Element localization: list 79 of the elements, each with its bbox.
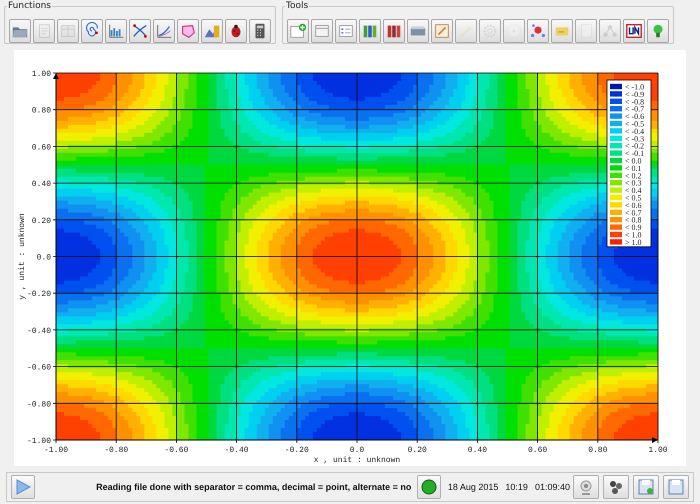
status-date: 18 Aug 2015: [448, 482, 498, 492]
legend-label: < -1.0: [625, 82, 644, 92]
toolbar-button[interactable]: [225, 19, 247, 43]
logo-icon: [625, 22, 643, 40]
x-tick-label: 1.00: [648, 446, 668, 455]
list-icon: [337, 22, 355, 40]
crossing-curves-icon: [131, 22, 149, 40]
x-tick-label: -1.00: [44, 446, 68, 455]
toolbar-button[interactable]: [603, 475, 629, 499]
legend-label: < 0.5: [625, 194, 642, 202]
y-tick-label: 1.00: [32, 70, 51, 79]
save-button[interactable]: [663, 475, 689, 499]
x-tick-label: 0.80: [588, 446, 608, 455]
x-tick-label: -0.80: [104, 446, 128, 455]
legend-label: < -0.4: [625, 126, 644, 136]
line-chart-icon: [155, 22, 173, 40]
legend-label: < 0.8: [625, 216, 642, 225]
x-tick-label: -0.40: [224, 446, 249, 455]
x-tick-label: 0.40: [468, 446, 487, 455]
network-icon: [601, 22, 619, 40]
x-tick-label: 0.60: [528, 446, 548, 455]
y-tick-label: 0.80: [32, 106, 51, 116]
x-tick-label: -0.60: [164, 446, 188, 455]
status-time: 10:19: [505, 482, 528, 492]
y-tick-label: 0.20: [32, 216, 51, 226]
legend-label: < -0.1: [625, 149, 644, 158]
molecule-icon: [529, 22, 547, 40]
status-message: Reading file done with separator = comma, decimal = point, alternate = no: [96, 482, 412, 492]
toolbar-button[interactable]: [623, 19, 645, 43]
x-tick-label: 0.0: [350, 446, 364, 455]
x-axis-title: x , unit : unknown: [314, 456, 400, 465]
status-light-icon: [420, 479, 437, 495]
legend-label: < -0.6: [625, 112, 644, 122]
y-tick-label: -0.20: [26, 290, 51, 300]
group-title: Tools: [285, 1, 310, 11]
polygon-icon: [179, 22, 197, 40]
x-tick-label: -0.20: [284, 446, 309, 455]
edit-icon: [433, 22, 451, 40]
y-axis-title: y , unit : unknown: [18, 213, 27, 300]
gear-icon: [481, 22, 499, 40]
legend-label: < 0.6: [625, 200, 642, 210]
legend-label: < -0.3: [625, 134, 644, 144]
x-tick-label: 0.20: [408, 446, 427, 455]
legend-label: < 0.4: [625, 186, 642, 196]
table-icon: [59, 22, 77, 40]
toolbar-button[interactable]: [383, 19, 405, 43]
y-tick-label: -1.00: [26, 437, 51, 446]
legend-label: < 1.0: [625, 230, 642, 240]
save-icon: [668, 479, 684, 495]
legend-label: < 0.1: [625, 164, 642, 173]
legend-label: < -0.9: [625, 90, 644, 99]
play-icon: [14, 478, 32, 496]
legend-label: < -0.2: [625, 142, 644, 151]
status-indicator[interactable]: [416, 475, 441, 499]
legend-label: < -0.8: [625, 97, 644, 106]
play-button[interactable]: [11, 475, 36, 499]
bar-chart-icon: [107, 22, 125, 40]
y-tick-label: -0.40: [26, 326, 51, 336]
legend-label: < 0.2: [625, 171, 642, 180]
window-plus-icon: [289, 22, 307, 40]
y-tick-label: 0.60: [32, 143, 51, 152]
toolbar-button[interactable]: [249, 19, 271, 43]
legend-label: < -0.5: [625, 120, 644, 128]
group-title: Functions: [7, 1, 52, 11]
legend-label: < 0.7: [625, 208, 642, 218]
legend-label: < 0.3: [625, 178, 642, 188]
y-tick-label: 0.40: [32, 180, 51, 190]
dots-icon: [608, 479, 624, 495]
save-icon: [638, 479, 654, 495]
y-tick-label: 0.0: [36, 254, 51, 262]
y-tick-label: -0.80: [26, 400, 51, 410]
legend-label: < 0.0: [625, 156, 642, 166]
legend-label: < -0.7: [625, 104, 644, 114]
elapsed-time: 01:09:40: [534, 482, 570, 492]
legend-label: > 1.0: [625, 238, 642, 247]
window-icon: [313, 22, 331, 40]
webcam-icon: [578, 479, 594, 495]
y-tick-label: -0.60: [26, 364, 51, 373]
legend-label: < 0.9: [625, 223, 642, 232]
